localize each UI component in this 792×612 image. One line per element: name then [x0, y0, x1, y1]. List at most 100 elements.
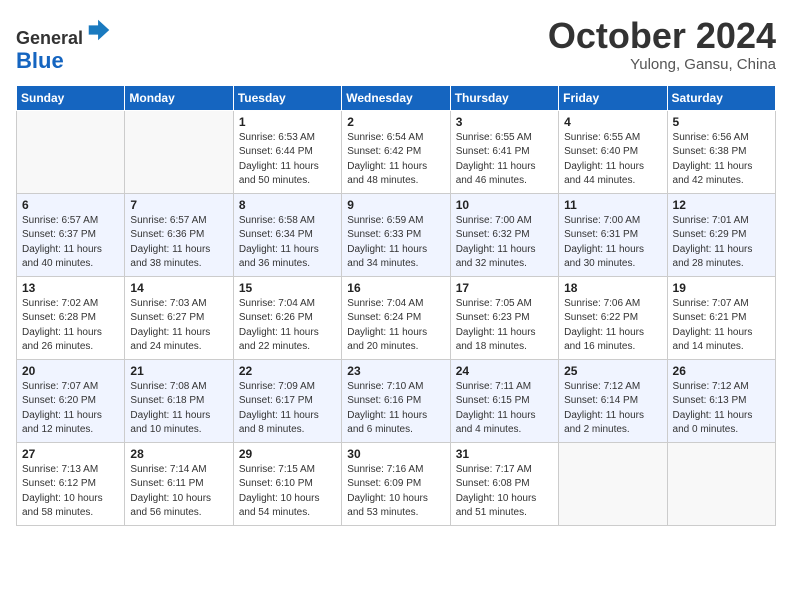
day-number: 3 [456, 115, 553, 129]
day-number: 26 [673, 364, 770, 378]
weekday-header: Friday [559, 85, 667, 110]
day-info: Sunrise: 7:05 AM Sunset: 6:23 PM Dayligh… [456, 297, 553, 355]
day-info: Sunrise: 6:53 AM Sunset: 6:44 PM Dayligh… [239, 131, 336, 189]
calendar-week-row: 1 Sunrise: 6:53 AM Sunset: 6:44 PM Daylig… [17, 110, 776, 193]
day-info: Sunrise: 7:09 AM Sunset: 6:17 PM Dayligh… [239, 380, 336, 438]
day-number: 9 [347, 198, 444, 212]
day-info: Sunrise: 7:02 AM Sunset: 6:28 PM Dayligh… [22, 297, 119, 355]
calendar-cell: 18 Sunrise: 7:06 AM Sunset: 6:22 PM Dayli… [559, 276, 667, 359]
calendar-cell [559, 442, 667, 525]
day-number: 24 [456, 364, 553, 378]
day-number: 15 [239, 281, 336, 295]
calendar-cell: 1 Sunrise: 6:53 AM Sunset: 6:44 PM Daylig… [233, 110, 341, 193]
day-number: 13 [22, 281, 119, 295]
calendar-cell: 17 Sunrise: 7:05 AM Sunset: 6:23 PM Dayli… [450, 276, 558, 359]
day-info: Sunrise: 7:07 AM Sunset: 6:21 PM Dayligh… [673, 297, 770, 355]
calendar-cell: 28 Sunrise: 7:14 AM Sunset: 6:11 PM Dayli… [125, 442, 233, 525]
day-number: 23 [347, 364, 444, 378]
title-block: October 2024 Yulong, Gansu, China [548, 16, 776, 73]
calendar-cell: 30Sunrise: 7:16 AM Sunset: 6:09 PM Dayli… [342, 442, 450, 525]
calendar-week-row: 13 Sunrise: 7:02 AM Sunset: 6:28 PM Dayli… [17, 276, 776, 359]
weekday-header: Thursday [450, 85, 558, 110]
day-number: 25 [564, 364, 661, 378]
logo-icon [85, 16, 113, 44]
logo: General Blue [16, 16, 113, 73]
calendar-cell: 15 Sunrise: 7:04 AM Sunset: 6:26 PM Dayli… [233, 276, 341, 359]
month-title: October 2024 [548, 16, 776, 56]
day-info: Sunrise: 7:17 AM Sunset: 6:08 PM Dayligh… [456, 463, 553, 521]
calendar-cell: 19 Sunrise: 7:07 AM Sunset: 6:21 PM Dayli… [667, 276, 775, 359]
calendar-cell: 3 Sunrise: 6:55 AM Sunset: 6:41 PM Daylig… [450, 110, 558, 193]
day-info: Sunrise: 7:04 AM Sunset: 6:26 PM Dayligh… [239, 297, 336, 355]
calendar-cell: 10 Sunrise: 7:00 AM Sunset: 6:32 PM Dayli… [450, 193, 558, 276]
calendar-week-row: 20Sunrise: 7:07 AM Sunset: 6:20 PM Dayli… [17, 359, 776, 442]
day-number: 1 [239, 115, 336, 129]
calendar-cell [667, 442, 775, 525]
calendar-cell: 5Sunrise: 6:56 AM Sunset: 6:38 PM Daylig… [667, 110, 775, 193]
day-number: 28 [130, 447, 227, 461]
day-info: Sunrise: 7:08 AM Sunset: 6:18 PM Dayligh… [130, 380, 227, 438]
day-info: Sunrise: 7:14 AM Sunset: 6:11 PM Dayligh… [130, 463, 227, 521]
day-number: 14 [130, 281, 227, 295]
calendar-cell: 24Sunrise: 7:11 AM Sunset: 6:15 PM Dayli… [450, 359, 558, 442]
day-number: 6 [22, 198, 119, 212]
day-number: 27 [22, 447, 119, 461]
day-info: Sunrise: 6:57 AM Sunset: 6:37 PM Dayligh… [22, 214, 119, 272]
weekday-header: Sunday [17, 85, 125, 110]
calendar-cell: 27Sunrise: 7:13 AM Sunset: 6:12 PM Dayli… [17, 442, 125, 525]
day-info: Sunrise: 6:55 AM Sunset: 6:41 PM Dayligh… [456, 131, 553, 189]
day-number: 8 [239, 198, 336, 212]
calendar-cell: 4Sunrise: 6:55 AM Sunset: 6:40 PM Daylig… [559, 110, 667, 193]
day-info: Sunrise: 7:16 AM Sunset: 6:09 PM Dayligh… [347, 463, 444, 521]
calendar-cell: 31Sunrise: 7:17 AM Sunset: 6:08 PM Dayli… [450, 442, 558, 525]
calendar-cell: 13 Sunrise: 7:02 AM Sunset: 6:28 PM Dayli… [17, 276, 125, 359]
weekday-header: Wednesday [342, 85, 450, 110]
day-number: 4 [564, 115, 661, 129]
calendar-cell: 20Sunrise: 7:07 AM Sunset: 6:20 PM Dayli… [17, 359, 125, 442]
calendar-cell: 26 Sunrise: 7:12 AM Sunset: 6:13 PM Dayli… [667, 359, 775, 442]
logo-blue: Blue [16, 49, 113, 73]
day-number: 29 [239, 447, 336, 461]
calendar-table: SundayMondayTuesdayWednesdayThursdayFrid… [16, 85, 776, 526]
day-number: 18 [564, 281, 661, 295]
day-info: Sunrise: 6:58 AM Sunset: 6:34 PM Dayligh… [239, 214, 336, 272]
day-number: 7 [130, 198, 227, 212]
day-number: 5 [673, 115, 770, 129]
day-info: Sunrise: 7:01 AM Sunset: 6:29 PM Dayligh… [673, 214, 770, 272]
calendar-cell: 14 Sunrise: 7:03 AM Sunset: 6:27 PM Dayli… [125, 276, 233, 359]
day-number: 11 [564, 198, 661, 212]
day-number: 10 [456, 198, 553, 212]
day-info: Sunrise: 7:06 AM Sunset: 6:22 PM Dayligh… [564, 297, 661, 355]
logo-general: General [16, 28, 83, 48]
day-info: Sunrise: 7:00 AM Sunset: 6:32 PM Dayligh… [456, 214, 553, 272]
day-info: Sunrise: 7:03 AM Sunset: 6:27 PM Dayligh… [130, 297, 227, 355]
day-number: 19 [673, 281, 770, 295]
page-header: General Blue October 2024 Yulong, Gansu,… [16, 16, 776, 73]
day-info: Sunrise: 7:00 AM Sunset: 6:31 PM Dayligh… [564, 214, 661, 272]
calendar-cell: 23Sunrise: 7:10 AM Sunset: 6:16 PM Dayli… [342, 359, 450, 442]
day-number: 21 [130, 364, 227, 378]
weekday-header: Monday [125, 85, 233, 110]
calendar-cell: 11 Sunrise: 7:00 AM Sunset: 6:31 PM Dayli… [559, 193, 667, 276]
day-number: 16 [347, 281, 444, 295]
calendar-cell: 2Sunrise: 6:54 AM Sunset: 6:42 PM Daylig… [342, 110, 450, 193]
day-info: Sunrise: 7:07 AM Sunset: 6:20 PM Dayligh… [22, 380, 119, 438]
day-info: Sunrise: 7:15 AM Sunset: 6:10 PM Dayligh… [239, 463, 336, 521]
calendar-cell: 7 Sunrise: 6:57 AM Sunset: 6:36 PM Daylig… [125, 193, 233, 276]
calendar-cell: 25Sunrise: 7:12 AM Sunset: 6:14 PM Dayli… [559, 359, 667, 442]
day-number: 2 [347, 115, 444, 129]
calendar-cell: 22Sunrise: 7:09 AM Sunset: 6:17 PM Dayli… [233, 359, 341, 442]
day-info: Sunrise: 7:12 AM Sunset: 6:13 PM Dayligh… [673, 380, 770, 438]
calendar-cell: 9 Sunrise: 6:59 AM Sunset: 6:33 PM Daylig… [342, 193, 450, 276]
calendar-week-row: 27Sunrise: 7:13 AM Sunset: 6:12 PM Dayli… [17, 442, 776, 525]
calendar-cell: 21 Sunrise: 7:08 AM Sunset: 6:18 PM Dayli… [125, 359, 233, 442]
calendar-cell [17, 110, 125, 193]
calendar-cell: 29 Sunrise: 7:15 AM Sunset: 6:10 PM Dayli… [233, 442, 341, 525]
logo-text: General [16, 16, 113, 49]
day-info: Sunrise: 6:57 AM Sunset: 6:36 PM Dayligh… [130, 214, 227, 272]
calendar-cell: 8 Sunrise: 6:58 AM Sunset: 6:34 PM Daylig… [233, 193, 341, 276]
day-number: 17 [456, 281, 553, 295]
calendar-cell: 16Sunrise: 7:04 AM Sunset: 6:24 PM Dayli… [342, 276, 450, 359]
calendar-cell [125, 110, 233, 193]
day-info: Sunrise: 6:59 AM Sunset: 6:33 PM Dayligh… [347, 214, 444, 272]
